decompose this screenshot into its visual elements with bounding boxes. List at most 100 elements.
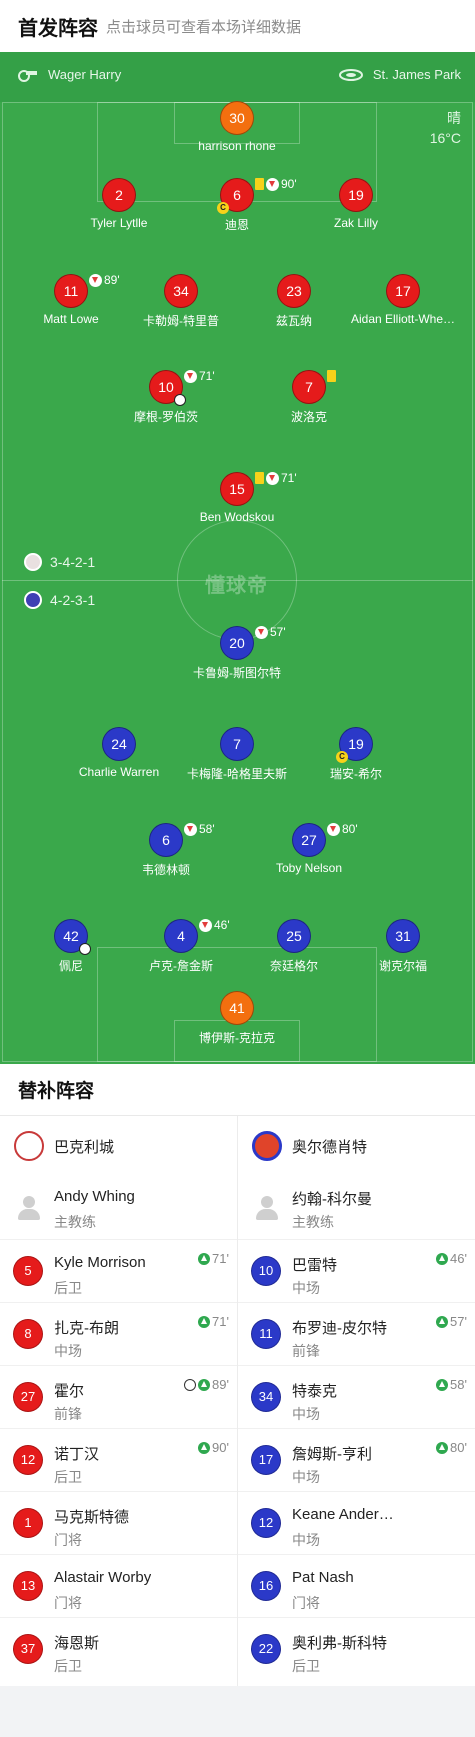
sub-player-row[interactable]: 10 巴雷特 中场 46' bbox=[238, 1239, 475, 1302]
player-home-am-2[interactable]: 7 波洛克 bbox=[239, 370, 379, 426]
player-name: harrison rhone bbox=[198, 139, 276, 153]
player-name: 谢克尔福 bbox=[378, 959, 427, 973]
player-away-am-3[interactable]: 19 C 瑞安-希尔 bbox=[286, 727, 426, 783]
player-number: 16 bbox=[251, 1571, 281, 1601]
player-name: 卡鲁姆-斯图尔特 bbox=[193, 666, 281, 680]
sub-player-row[interactable]: 16 Pat Nash 门将 bbox=[238, 1554, 475, 1617]
referee-name: Wager Harry bbox=[48, 67, 122, 82]
player-position: 中场 bbox=[292, 1532, 320, 1548]
player-number: 5 bbox=[13, 1256, 43, 1286]
home-coach-row[interactable]: Andy Whing 主教练 bbox=[0, 1176, 237, 1239]
event-minute: 57' bbox=[450, 1314, 467, 1329]
player-position: 中场 bbox=[292, 1280, 320, 1296]
player-number: 11 bbox=[54, 274, 88, 308]
player-number: 31 bbox=[386, 919, 420, 953]
away-subs-column: 奥尔德肖特 约翰-科尔曼 主教练 10 巴雷特 中场 46' 11 布罗迪-皮尔… bbox=[238, 1116, 475, 1680]
coach-avatar-icon bbox=[254, 1194, 280, 1222]
stadium-info: St. James Park bbox=[338, 67, 461, 82]
referee-info: Wager Harry bbox=[16, 67, 121, 82]
event-minute: 71' bbox=[212, 1251, 229, 1266]
player-events: 80' bbox=[436, 1440, 467, 1455]
player-away-st[interactable]: 20 57' 卡鲁姆-斯图尔特 bbox=[167, 624, 307, 682]
player-name: 布罗迪-皮尔特 bbox=[292, 1320, 387, 1337]
goal-ball-icon bbox=[184, 1378, 197, 1391]
stadium-name: St. James Park bbox=[372, 67, 461, 82]
player-home-def-3[interactable]: 19 Zak Lilly bbox=[286, 178, 426, 234]
player-name: Alastair Worby bbox=[54, 1569, 152, 1586]
event-minute: 71' bbox=[212, 1314, 229, 1329]
page-title: 首发阵容 bbox=[18, 18, 98, 40]
whistle-icon bbox=[18, 69, 37, 82]
player-number: 37 bbox=[13, 1634, 43, 1664]
sub-player-row[interactable]: 12 诺丁汉 后卫 90' bbox=[0, 1428, 237, 1491]
player-away-def-4[interactable]: 31 谢克尔福 bbox=[333, 919, 473, 975]
coach-name: Andy Whing bbox=[54, 1188, 135, 1205]
player-name: Ben Wodskou bbox=[199, 510, 275, 524]
player-events: 57' bbox=[255, 624, 286, 640]
sub-out-icon bbox=[199, 918, 212, 932]
sub-player-row[interactable]: 27 霍尔 前锋 89' bbox=[0, 1365, 237, 1428]
player-home-st[interactable]: 15 71' Ben Wodskou bbox=[167, 471, 307, 528]
sub-out-icon bbox=[266, 471, 279, 485]
player-events: 71' bbox=[198, 1251, 229, 1266]
player-number: 6 bbox=[149, 823, 183, 857]
player-home-am-1[interactable]: 10 71' 摩根-罗伯茨 bbox=[96, 369, 236, 426]
goal-ball-icon bbox=[174, 394, 186, 406]
player-number: 11 bbox=[251, 1319, 281, 1349]
event-minute: 58' bbox=[450, 1377, 467, 1392]
sub-out-icon bbox=[89, 273, 102, 287]
home-team-row[interactable]: 巴克利城 bbox=[0, 1116, 237, 1176]
player-number: 34 bbox=[164, 274, 198, 308]
player-number: 15 bbox=[220, 472, 254, 506]
away-coach-row[interactable]: 约翰-科尔曼 主教练 bbox=[238, 1176, 475, 1239]
player-name: 摩根-罗伯茨 bbox=[134, 410, 198, 424]
sub-in-icon bbox=[198, 1378, 211, 1391]
player-name: Pat Nash bbox=[292, 1569, 354, 1586]
player-number: 12 bbox=[251, 1508, 281, 1538]
event-minute: 57' bbox=[270, 625, 286, 639]
player-name: Keane Ander… bbox=[292, 1506, 394, 1523]
home-team-badge-icon bbox=[24, 553, 42, 571]
sub-out-icon bbox=[184, 822, 197, 836]
sub-player-row[interactable]: 11 布罗迪-皮尔特 前锋 57' bbox=[238, 1302, 475, 1365]
coach-name: 约翰-科尔曼 bbox=[292, 1191, 372, 1208]
sub-player-row[interactable]: 8 扎克-布朗 中场 71' bbox=[0, 1302, 237, 1365]
sub-in-icon bbox=[436, 1378, 449, 1391]
player-number: 17 bbox=[386, 274, 420, 308]
sub-player-row[interactable]: 13 Alastair Worby 门将 bbox=[0, 1554, 237, 1617]
sub-player-row[interactable]: 37 海恩斯 后卫 bbox=[0, 1617, 237, 1680]
sub-in-icon bbox=[198, 1315, 211, 1328]
player-away-gk[interactable]: 41 博伊斯-克拉克 bbox=[167, 991, 307, 1047]
sub-player-row[interactable]: 22 奥利弗-斯科特 后卫 bbox=[238, 1617, 475, 1680]
sub-player-row[interactable]: 17 詹姆斯-亨利 中场 80' bbox=[238, 1428, 475, 1491]
player-away-dm-1[interactable]: 6 58' 韦德林顿 bbox=[96, 822, 236, 879]
player-home-gk[interactable]: 30 harrison rhone bbox=[167, 101, 307, 157]
player-home-mid-4[interactable]: 17 Aidan Elliott-Whe… bbox=[333, 274, 473, 330]
player-position: 中场 bbox=[54, 1343, 82, 1359]
sub-player-row[interactable]: 34 特泰克 中场 58' bbox=[238, 1365, 475, 1428]
player-position: 前锋 bbox=[292, 1343, 320, 1359]
player-position: 中场 bbox=[292, 1406, 320, 1422]
player-number: 8 bbox=[13, 1319, 43, 1349]
home-club-logo-icon bbox=[14, 1131, 44, 1161]
player-position: 后卫 bbox=[54, 1658, 82, 1674]
sub-player-row[interactable]: 1 马克斯特德 门将 bbox=[0, 1491, 237, 1554]
player-events: 71' bbox=[198, 1314, 229, 1329]
player-number: 2 bbox=[102, 178, 136, 212]
player-number: 12 bbox=[13, 1445, 43, 1475]
player-number: 41 bbox=[220, 991, 254, 1025]
sub-player-row[interactable]: 5 Kyle Morrison 后卫 71' bbox=[0, 1239, 237, 1302]
player-number: 30 bbox=[220, 101, 254, 135]
player-number: 27 bbox=[292, 823, 326, 857]
player-events: 57' bbox=[436, 1314, 467, 1329]
sub-in-icon bbox=[436, 1252, 449, 1265]
player-away-dm-2[interactable]: 27 80' Toby Nelson bbox=[239, 822, 379, 879]
away-team-row[interactable]: 奥尔德肖特 bbox=[238, 1116, 475, 1176]
sub-player-row[interactable]: 12 Keane Ander… 中场 bbox=[238, 1491, 475, 1554]
player-number: 7 bbox=[220, 727, 254, 761]
player-number: 17 bbox=[251, 1445, 281, 1475]
yellow-card-icon bbox=[327, 370, 336, 382]
player-number: 25 bbox=[277, 919, 311, 953]
sub-in-icon bbox=[436, 1315, 449, 1328]
watermark-logo: 懂球帝 bbox=[205, 575, 268, 597]
